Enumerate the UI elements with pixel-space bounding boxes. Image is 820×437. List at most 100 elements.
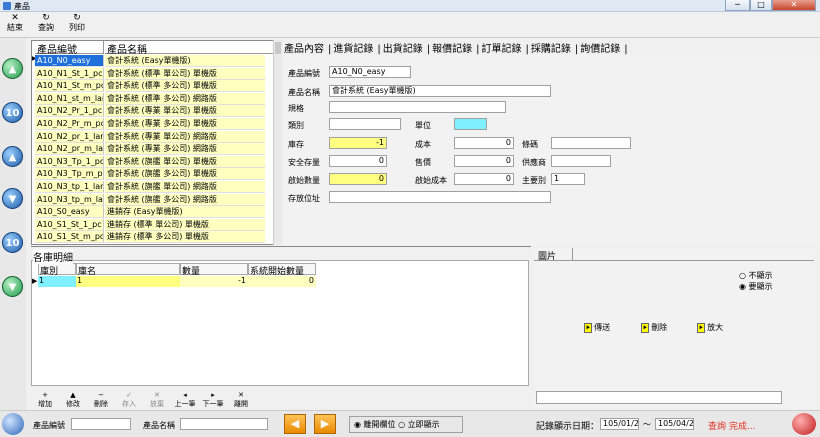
prev-10-button[interactable]: 10: [2, 102, 23, 123]
product-code-cell[interactable]: A10_N2_Pr_1_pc: [35, 105, 104, 118]
add-button[interactable]: + 增加: [31, 391, 59, 409]
next-10-button[interactable]: 10: [2, 232, 23, 253]
tab-3[interactable]: 報價記錄: [432, 44, 472, 55]
product-name-cell[interactable]: 會計系統 (旗艦 單公司) 單機版: [105, 155, 265, 168]
send-button[interactable]: ⯈ 傳送: [584, 322, 610, 333]
code-field[interactable]: A10_N0_easy: [329, 66, 411, 78]
delete-button[interactable]: − 刪除: [87, 391, 115, 409]
prev-record-button[interactable]: ▲: [2, 146, 23, 167]
edit-button[interactable]: ▲ 修改: [59, 391, 87, 409]
leave-button[interactable]: ✕ 離開: [227, 391, 255, 409]
product-name-cell[interactable]: 會計系統 (專業 單公司) 網路版: [105, 130, 265, 143]
product-name-cell[interactable]: 會計系統 (標準 多公司) 單機版: [105, 80, 265, 93]
tab-5[interactable]: 採購記錄: [531, 44, 571, 55]
product-code-cell[interactable]: A10_N2_pr_m_lan: [35, 143, 104, 156]
picture-path-field[interactable]: [536, 391, 782, 404]
minimize-button[interactable]: ─: [725, 0, 750, 11]
product-code-cell[interactable]: A10_N1_St_1_pc: [35, 67, 104, 80]
product-code-cell[interactable]: A10_N0_easy: [35, 55, 104, 67]
product-name-cell[interactable]: 進銷存 (標準 單公司) 單機版: [105, 218, 265, 231]
maximize-button[interactable]: □: [750, 0, 772, 11]
product-code-cell[interactable]: A10_S0_easy: [35, 206, 104, 219]
tab-6[interactable]: 詢價記錄: [580, 44, 620, 55]
warehouse-qty-cell[interactable]: -1: [180, 276, 248, 287]
product-code-cell[interactable]: A10_N2_Pr_m_pc: [35, 118, 104, 130]
date-to-field[interactable]: 105/04/23: [655, 418, 694, 430]
last-record-button[interactable]: ▼: [2, 276, 23, 297]
main-category-field[interactable]: 1: [551, 173, 585, 185]
next-button[interactable]: ▸ 下一筆: [199, 391, 227, 409]
tab-4[interactable]: 訂單記錄: [482, 44, 522, 55]
delete-picture-button[interactable]: ⯈ 刪除: [641, 322, 667, 333]
stock-field[interactable]: -1: [329, 137, 387, 149]
tab-0[interactable]: 產品內容: [284, 44, 324, 55]
warehouse-name-cell[interactable]: 1: [76, 276, 180, 287]
product-code-cell[interactable]: A10_S1_St_1_pc: [35, 218, 104, 231]
search-code-input[interactable]: [71, 418, 131, 430]
close-window-button[interactable]: ✕: [772, 0, 816, 11]
save-button[interactable]: ✓ 存入: [115, 391, 143, 409]
product-grid-scrollbar[interactable]: [273, 40, 282, 245]
name-field[interactable]: 會計系統 (Easy單機版): [329, 85, 551, 97]
discard-button[interactable]: ✕ 放棄: [143, 391, 171, 409]
product-name-cell[interactable]: 會計系統 (專業 單公司) 單機版: [105, 105, 265, 118]
product-grid[interactable]: 產品編號 產品名稱 ▶A10_N0_easy會計系統 (Easy單機版)A10_…: [31, 40, 275, 245]
init-cost-field[interactable]: 0: [454, 173, 514, 185]
product-name-cell[interactable]: 會計系統 (標準 多公司) 網路版: [105, 92, 265, 105]
product-name-cell[interactable]: 會計系統 (旗艦 單公司) 網路版: [105, 181, 265, 193]
col-header-qty[interactable]: 數量: [180, 263, 248, 277]
leave-field-radio[interactable]: ◉ 離開欄位: [354, 420, 396, 429]
col-header-code[interactable]: 產品編號: [35, 41, 104, 56]
exit-button[interactable]: ✕ 結束: [4, 14, 26, 33]
prev-button[interactable]: ◂ 上一筆: [171, 391, 199, 409]
unit-field[interactable]: [454, 118, 487, 130]
product-code-cell[interactable]: A10_N3_tp_m_lan: [35, 193, 104, 206]
category-field[interactable]: [329, 118, 401, 130]
warehouse-code-cell[interactable]: 1: [38, 276, 76, 287]
product-code-cell[interactable]: A10_N2_pr_1_lan: [35, 130, 104, 143]
product-name-cell[interactable]: 會計系統 (標準 單公司) 單機版: [105, 67, 265, 80]
col-header-name[interactable]: 產品名稱: [105, 41, 274, 56]
cost-field[interactable]: 0: [454, 137, 514, 149]
col-header-warehouse-name[interactable]: 庫名: [76, 263, 180, 277]
zoom-button[interactable]: ⯈ 放大: [697, 322, 723, 333]
product-code-cell[interactable]: A10_N3_tp_1_lan: [35, 181, 104, 193]
first-record-button[interactable]: ▲: [2, 58, 23, 79]
show-radio[interactable]: ◉ 要顯示: [739, 281, 789, 292]
warehouse-init-cell[interactable]: 0: [248, 276, 316, 287]
product-name-cell[interactable]: 會計系統 (Easy單機版): [105, 55, 265, 67]
tab-2[interactable]: 出貨記錄: [383, 44, 423, 55]
product-name-cell[interactable]: 會計系統 (專業 多公司) 網路版: [105, 143, 265, 156]
col-header-warehouse-code[interactable]: 庫別: [38, 263, 76, 277]
search-next-button[interactable]: ▶: [314, 414, 336, 434]
barcode-field[interactable]: [551, 137, 631, 149]
scroll-thumb[interactable]: [275, 42, 281, 54]
hide-radio[interactable]: ○ 不顯示: [739, 270, 789, 281]
product-name-cell[interactable]: 會計系統 (旗艦 多公司) 網路版: [105, 193, 265, 206]
safety-stock-field[interactable]: 0: [329, 155, 387, 167]
date-from-field[interactable]: 105/01/23: [600, 418, 639, 430]
col-header-init-qty[interactable]: 系統開始數量: [248, 263, 316, 277]
query-button[interactable]: ↻ 查詢: [35, 14, 57, 33]
product-code-cell[interactable]: A10_N1_St_m_pc: [35, 80, 104, 93]
product-name-cell[interactable]: 進銷存 (Easy單機版): [105, 206, 265, 219]
product-code-cell[interactable]: A10_S1_St_m_pc: [35, 231, 104, 244]
product-code-cell[interactable]: A10_N3_Tp_1_pc: [35, 155, 104, 168]
spec-field[interactable]: [329, 101, 506, 113]
price-field[interactable]: 0: [454, 155, 514, 167]
product-name-cell[interactable]: 會計系統 (專業 多公司) 單機版: [105, 118, 265, 130]
location-field[interactable]: [329, 191, 551, 203]
search-name-input[interactable]: [180, 418, 268, 430]
instant-show-radio[interactable]: ○ 立即顯示: [398, 420, 440, 429]
warehouse-grid[interactable]: 庫別 庫名 數量 系統開始數量 ▶ 1 1 -1 0: [31, 260, 529, 386]
tab-1[interactable]: 進貨記錄: [333, 44, 373, 55]
supplier-field[interactable]: [551, 155, 611, 167]
search-prev-button[interactable]: ◀: [284, 414, 306, 434]
product-name-cell[interactable]: 會計系統 (旗艦 多公司) 單機版: [105, 168, 265, 181]
init-qty-field[interactable]: 0: [329, 173, 387, 185]
product-name-cell[interactable]: 進銷存 (標準 多公司) 單機版: [105, 231, 265, 244]
product-code-cell[interactable]: A10_N1_st_m_lan: [35, 92, 104, 105]
product-code-cell[interactable]: A10_N3_Tp_m_pc: [35, 168, 104, 181]
print-button[interactable]: ↻ 列印: [66, 14, 88, 33]
next-record-button[interactable]: ▼: [2, 188, 23, 209]
